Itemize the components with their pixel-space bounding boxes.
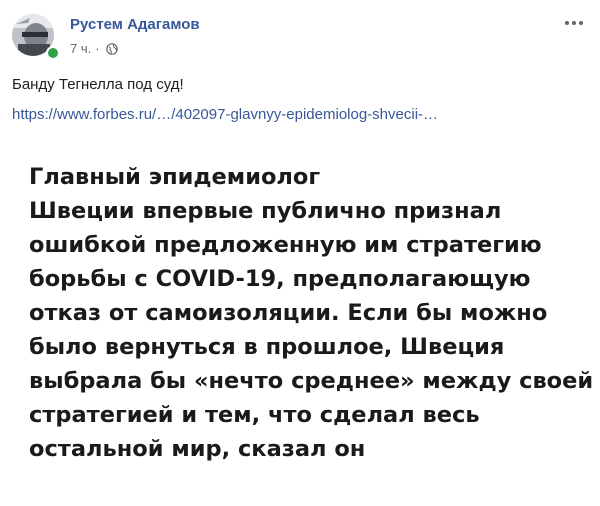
post-text: Банду Тегнелла под суд! bbox=[12, 76, 184, 93]
quote-line: отказ от самоизоляции. Если бы можно bbox=[29, 300, 548, 326]
more-options-icon[interactable] bbox=[562, 14, 586, 32]
quote-line: выбрала бы «нечто среднее» между своей bbox=[29, 368, 594, 394]
post-link[interactable]: https://www.forbes.ru/…/402097-glavnyy-e… bbox=[12, 106, 438, 123]
post-meta: 7 ч. · bbox=[70, 41, 118, 56]
quote-image[interactable]: Главный эпидемиолог Швеции впервые публи… bbox=[0, 134, 600, 506]
quote-line: стратегией и тем, что сделал весь bbox=[29, 402, 480, 428]
globe-icon[interactable] bbox=[105, 42, 118, 55]
quote-text: Главный эпидемиолог Швеции впервые публи… bbox=[29, 160, 593, 466]
post-timestamp[interactable]: 7 ч. bbox=[70, 41, 91, 56]
quote-line: было вернуться в прошлое, Швеция bbox=[29, 334, 505, 360]
author-name[interactable]: Рустем Адагамов bbox=[70, 16, 200, 33]
quote-line: остальной мир, сказал он bbox=[29, 436, 366, 462]
quote-line: Швеции впервые публично признал bbox=[29, 198, 502, 224]
quote-line: Главный эпидемиолог bbox=[29, 164, 321, 190]
quote-line: ошибкой предложенную им стратегию bbox=[29, 232, 542, 258]
facebook-post: Рустем Адагамов 7 ч. · Банду Тегнелла по… bbox=[0, 0, 600, 506]
meta-separator: · bbox=[95, 41, 100, 56]
quote-line: борьбы с COVID-19, предполагающую bbox=[29, 266, 531, 292]
online-status-dot bbox=[46, 46, 60, 60]
